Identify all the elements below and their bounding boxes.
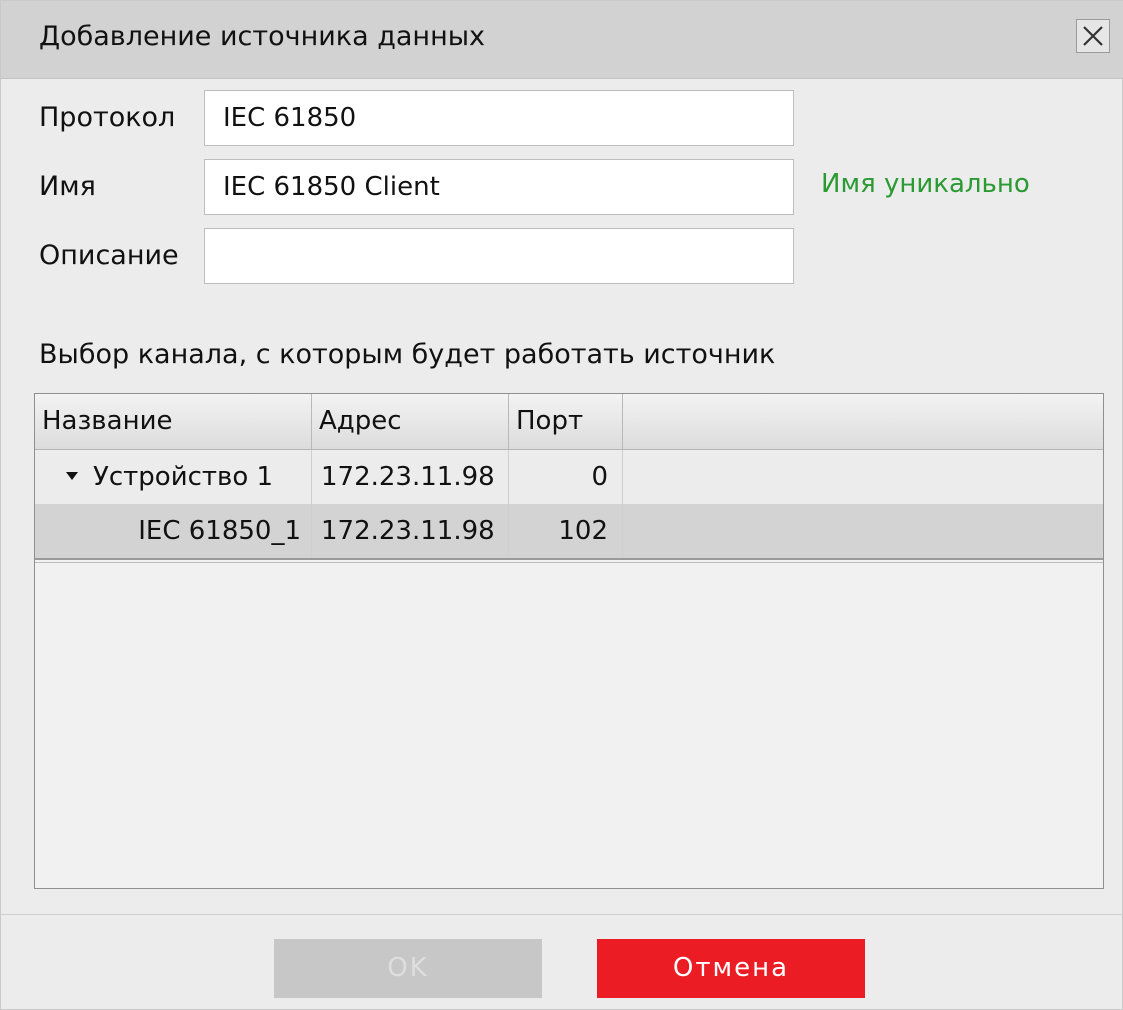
protocol-field[interactable] [204,90,794,146]
channel-tree-table[interactable]: Название Адрес Порт Устройство 1 172.23.… [34,393,1104,889]
row-address: 172.23.11.98 [312,504,509,558]
description-label: Описание [39,240,179,271]
close-icon [1083,26,1103,46]
row-address: 172.23.11.98 [312,450,509,504]
description-field[interactable] [204,228,794,284]
tree-node-device[interactable]: Устройство 1 [35,450,312,504]
name-label: Имя [39,171,96,202]
protocol-label: Протокол [39,102,176,133]
row-name: IEC 61850_1 [35,504,312,558]
table-row-selected[interactable]: IEC 61850_1 172.23.11.98 102 [35,504,1103,560]
title-bar: Добавление источника данных [1,1,1123,79]
table-row[interactable]: Устройство 1 172.23.11.98 0 [35,450,1103,504]
footer-divider [1,914,1123,915]
column-header-address[interactable]: Адрес [312,394,509,449]
name-field[interactable] [204,159,794,215]
table-header: Название Адрес Порт [35,394,1103,450]
ok-button[interactable]: OK [274,939,542,998]
row-port: 0 [509,450,623,504]
column-header-port[interactable]: Порт [509,394,623,449]
name-status-text: Имя уникально [821,169,1030,199]
expand-arrow-icon[interactable] [65,470,79,482]
cancel-button[interactable]: Отмена [597,939,865,998]
add-data-source-dialog: Добавление источника данных Протокол Имя… [0,0,1123,1010]
row-port: 102 [509,504,623,558]
close-button[interactable] [1076,19,1110,53]
dialog-title: Добавление источника данных [39,21,486,52]
row-name: Устройство 1 [93,462,274,492]
column-header-name[interactable]: Название [35,394,312,449]
channel-section-title: Выбор канала, с которым будет работать и… [39,339,776,370]
table-empty-area [35,562,1103,888]
